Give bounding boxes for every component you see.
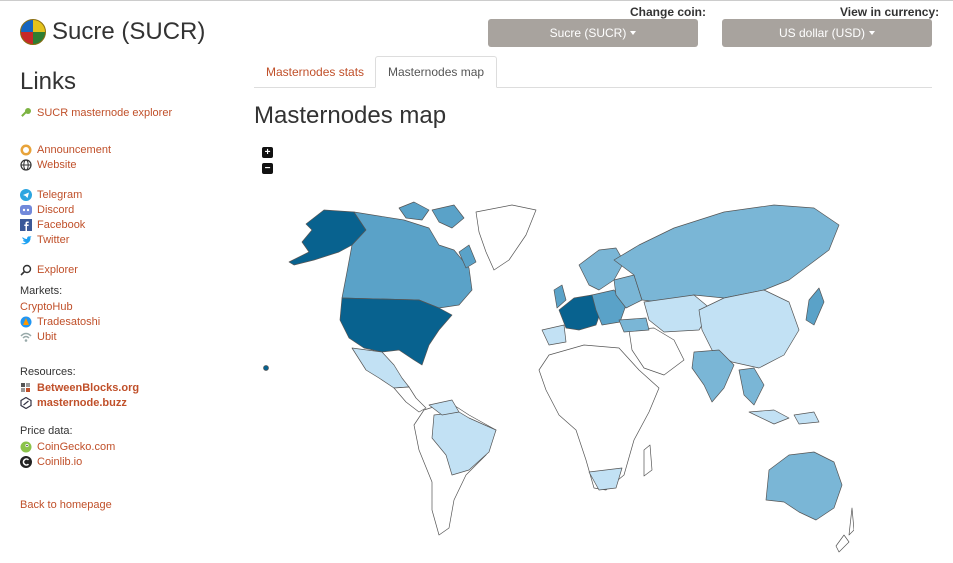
coingecko-label: CoinGecko.com	[37, 440, 116, 453]
tab-masternodes-map[interactable]: Masternodes map	[375, 56, 498, 88]
zoom-in-button[interactable]: +	[262, 147, 273, 158]
map-country-new-zealand	[835, 507, 854, 553]
key-icon	[20, 107, 32, 119]
facebook-label: Facebook	[37, 218, 86, 231]
markets-label: Markets:	[20, 285, 63, 297]
masternode-explorer-label: SUCR masternode explorer	[37, 106, 173, 119]
coinlib-icon	[20, 455, 32, 468]
betweenblocks-link[interactable]: BetweenBlocks.org	[20, 380, 220, 395]
map-hawaii[interactable]	[263, 365, 269, 371]
tradesatoshi-label: Tradesatoshi	[37, 315, 101, 328]
telegram-link[interactable]: Telegram	[20, 187, 220, 202]
search-icon	[20, 264, 32, 276]
map-country-mexico[interactable]	[351, 347, 410, 389]
explorer-link[interactable]: Explorer	[20, 262, 220, 277]
map-country-uk[interactable]	[553, 284, 567, 309]
tradesatoshi-link[interactable]: Tradesatoshi	[20, 314, 220, 329]
globe-icon	[20, 158, 32, 171]
discord-label: Discord	[37, 203, 75, 216]
caret-down-icon	[630, 31, 637, 35]
cryptohub-label: CryptoHub	[20, 300, 73, 313]
map-central-america	[393, 386, 427, 413]
change-coin-value: Sucre (SUCR)	[549, 26, 627, 40]
sucre-coin-logo-icon	[20, 19, 46, 45]
twitter-link[interactable]: Twitter	[20, 232, 220, 247]
betweenblocks-icon	[20, 382, 32, 394]
coinlib-label: Coinlib.io	[37, 455, 83, 468]
tradesatoshi-icon	[20, 316, 32, 328]
coin-name: Sucre (SUCR)	[52, 18, 206, 45]
page-title: Masternodes map	[254, 102, 447, 129]
betweenblocks-label: BetweenBlocks.org	[37, 381, 140, 394]
caret-down-icon	[869, 31, 875, 35]
view-currency-label: View in currency:	[840, 5, 940, 19]
map-country-spain[interactable]	[541, 324, 567, 346]
map-indonesia[interactable]	[748, 409, 820, 425]
ubit-link[interactable]: Ubit	[20, 329, 220, 344]
twitter-label: Twitter	[37, 233, 70, 246]
map-country-madagascar	[643, 444, 653, 477]
back-to-homepage-link[interactable]: Back to homepage	[20, 497, 220, 512]
change-coin-label: Change coin:	[630, 5, 707, 19]
map-africa	[538, 344, 660, 491]
zoom-out-button[interactable]: −	[262, 163, 273, 174]
change-coin-dropdown[interactable]: Sucre (SUCR)	[488, 19, 698, 47]
website-link[interactable]: Website	[20, 157, 220, 172]
ubit-icon	[20, 331, 32, 343]
facebook-icon	[20, 218, 32, 231]
coingecko-icon	[20, 441, 32, 453]
top-border	[0, 0, 953, 1]
coingecko-link[interactable]: CoinGecko.com	[20, 439, 220, 454]
telegram-icon	[20, 188, 32, 201]
sidebar: Links SUCR masternode explorer Announcem…	[20, 68, 220, 512]
masternode-buzz-link[interactable]: masternode.buzz	[20, 395, 220, 410]
coinlib-link[interactable]: Coinlib.io	[20, 454, 220, 469]
telegram-label: Telegram	[37, 188, 83, 201]
tab-masternodes-stats[interactable]: Masternodes stats	[254, 56, 376, 87]
currency-dropdown[interactable]: US dollar (USD)	[722, 19, 932, 47]
map-country-australia[interactable]	[765, 451, 843, 521]
facebook-link[interactable]: Facebook	[20, 217, 220, 232]
discord-icon	[20, 204, 32, 216]
discord-link[interactable]: Discord	[20, 202, 220, 217]
price-data-label: Price data:	[20, 425, 73, 437]
masternode-explorer-link[interactable]: SUCR masternode explorer	[20, 105, 220, 120]
bitcointalk-icon	[20, 144, 32, 156]
coin-header: Sucre (SUCR)	[20, 18, 205, 46]
map-country-japan[interactable]	[805, 287, 825, 326]
map-country-russia[interactable]	[613, 204, 840, 303]
back-to-homepage-label: Back to homepage	[20, 498, 112, 511]
links-heading: Links	[20, 68, 77, 95]
twitter-icon	[20, 234, 32, 246]
world-map[interactable]	[254, 190, 854, 555]
currency-value: US dollar (USD)	[778, 26, 865, 40]
announcement-link[interactable]: Announcement	[20, 142, 220, 157]
ubit-label: Ubit	[37, 330, 57, 343]
masternode-buzz-icon	[20, 396, 32, 409]
cryptohub-link[interactable]: CryptoHub	[20, 299, 220, 314]
map-country-turkey[interactable]	[618, 317, 650, 333]
explorer-label: Explorer	[37, 263, 78, 276]
map-southeast-asia[interactable]	[738, 367, 765, 406]
masternode-buzz-label: masternode.buzz	[37, 396, 127, 409]
website-label: Website	[37, 158, 77, 171]
announcement-label: Announcement	[37, 143, 111, 156]
map-country-greenland	[475, 204, 537, 271]
tab-bar: Masternodes stats Masternodes map	[254, 56, 932, 88]
resources-label: Resources:	[20, 366, 76, 378]
